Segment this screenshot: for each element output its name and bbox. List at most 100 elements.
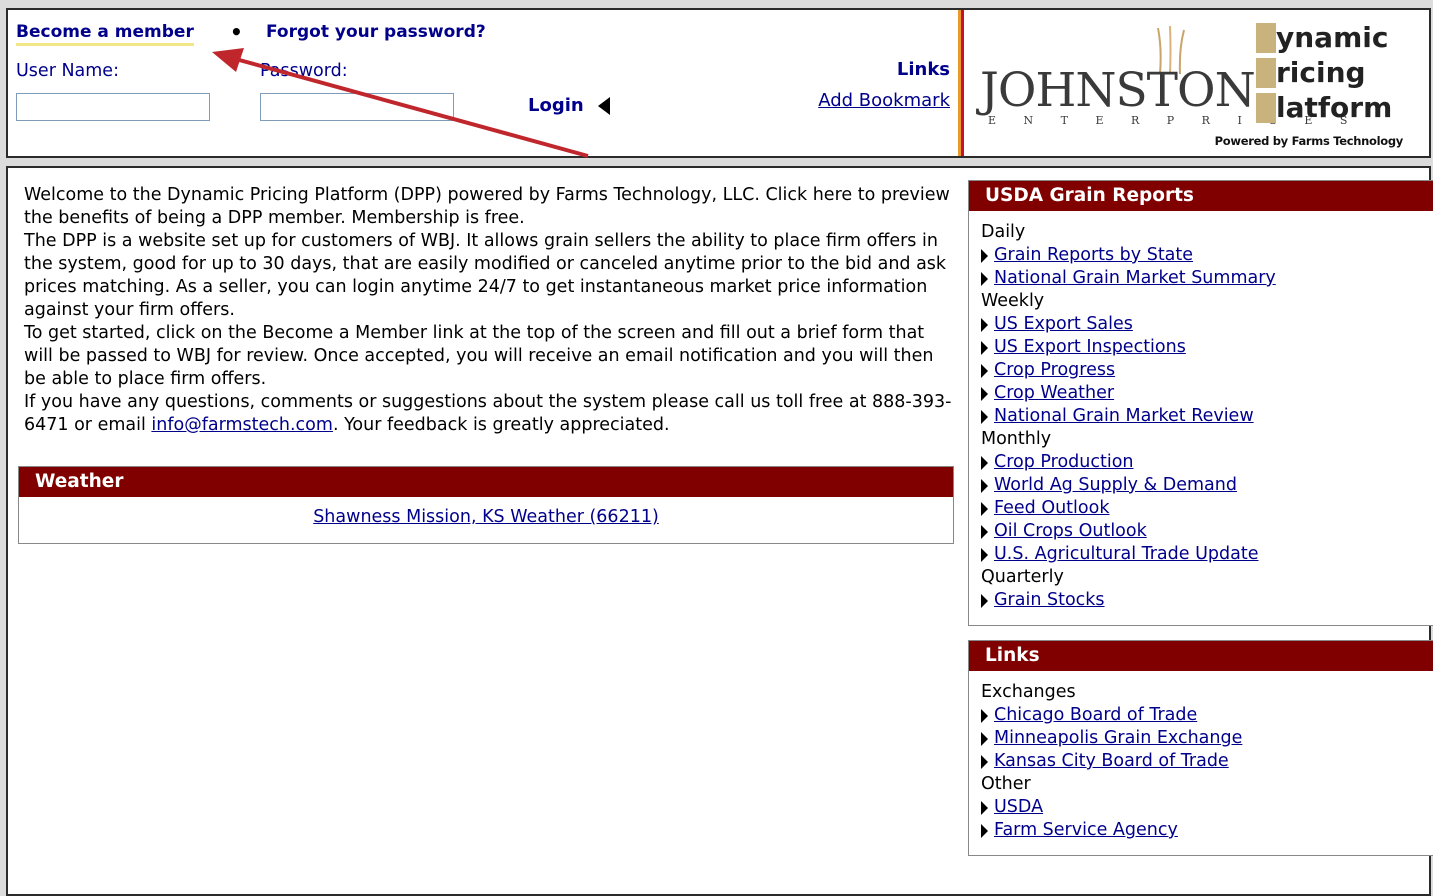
become-member-link[interactable]: Become a member bbox=[16, 21, 194, 46]
usda-report-list: Daily Grain Reports by State National Grai… bbox=[969, 211, 1433, 612]
triangle-right-icon bbox=[981, 731, 988, 746]
dpp-letter-block bbox=[1256, 92, 1276, 123]
external-list-item: Kansas City Board of Trade bbox=[981, 750, 1433, 773]
triangle-right-icon bbox=[981, 317, 988, 332]
welcome-paragraph: To get started, click on the Become a Me… bbox=[24, 323, 934, 389]
external-list-item: Farm Service Agency bbox=[981, 819, 1433, 842]
welcome-text: Welcome to the Dynamic Pricing Platform … bbox=[24, 184, 954, 437]
weather-panel: Weather Shawness Mission, KS Weather (66… bbox=[18, 466, 954, 544]
login-button[interactable]: Login bbox=[528, 95, 610, 116]
external-list-item: USDA bbox=[981, 796, 1433, 819]
usda-report-link[interactable]: Crop Production bbox=[994, 451, 1134, 474]
usda-report-link[interactable]: Feed Outlook bbox=[994, 497, 1109, 520]
usda-report-category-label: Monthly bbox=[981, 429, 1052, 449]
header-bar: Become a member • Forgot your password? … bbox=[6, 8, 1431, 158]
usda-report-link[interactable]: US Export Inspections bbox=[994, 336, 1186, 359]
triangle-right-icon bbox=[981, 708, 988, 723]
dpp-logo-text: ynamic ricing latform bbox=[1256, 20, 1392, 125]
external-link[interactable]: Chicago Board of Trade bbox=[994, 704, 1197, 727]
triangle-right-icon bbox=[981, 455, 988, 470]
usda-panel-title: USDA Grain Reports bbox=[969, 181, 1433, 211]
triangle-right-icon bbox=[981, 754, 988, 769]
login-label: Login bbox=[528, 95, 584, 116]
usda-report-list-item: Crop Weather bbox=[981, 382, 1433, 405]
dpp-line-dynamic: ynamic bbox=[1256, 20, 1392, 55]
usda-report-list-item: Crop Progress bbox=[981, 359, 1433, 382]
external-link[interactable]: USDA bbox=[994, 796, 1043, 819]
powered-by-label: Powered by Farms Technology bbox=[1214, 134, 1404, 148]
usda-report-link[interactable]: National Grain Market Summary bbox=[994, 267, 1276, 290]
triangle-right-icon bbox=[981, 386, 988, 401]
triangle-right-icon bbox=[981, 409, 988, 424]
usda-report-link[interactable]: Crop Weather bbox=[994, 382, 1114, 405]
usda-report-link[interactable]: National Grain Market Review bbox=[994, 405, 1254, 428]
triangle-right-icon bbox=[981, 800, 988, 815]
usda-report-link[interactable]: U.S. Agricultural Trade Update bbox=[994, 543, 1258, 566]
login-area: Become a member • Forgot your password? … bbox=[8, 10, 958, 156]
triangle-right-icon bbox=[981, 501, 988, 516]
dpp-letter-block bbox=[1256, 57, 1276, 88]
welcome-paragraph: Welcome to the Dynamic Pricing Platform … bbox=[24, 185, 950, 228]
triangle-right-icon bbox=[981, 271, 988, 286]
header-links-heading: Links bbox=[896, 59, 950, 80]
triangle-right-icon bbox=[981, 248, 988, 263]
dpp-letter-block bbox=[1256, 22, 1276, 53]
usda-report-list-item: US Export Inspections bbox=[981, 336, 1433, 359]
welcome-paragraph: The DPP is a website set up for customer… bbox=[24, 231, 947, 320]
triangle-right-icon bbox=[981, 593, 988, 608]
external-link[interactable]: Kansas City Board of Trade bbox=[994, 750, 1229, 773]
dpp-line-platform: latform bbox=[1256, 90, 1392, 125]
links-panel: Links Exchanges Chicago Board of Trade Min… bbox=[968, 640, 1433, 856]
usda-report-link[interactable]: World Ag Supply & Demand bbox=[994, 474, 1237, 497]
welcome-paragraph: If you have any questions, comments or s… bbox=[24, 392, 952, 435]
links-panel-title: Links bbox=[969, 641, 1433, 671]
separator-bullet: • bbox=[230, 20, 243, 44]
email-link[interactable]: info@farmstech.com bbox=[151, 415, 333, 435]
weather-panel-title: Weather bbox=[19, 467, 953, 497]
weather-link[interactable]: Shawness Mission, KS Weather (66211) bbox=[19, 507, 953, 527]
password-input[interactable] bbox=[260, 93, 454, 121]
usda-report-list-item: Feed Outlook bbox=[981, 497, 1433, 520]
usda-grain-reports-panel: USDA Grain Reports Daily Grain Reports by… bbox=[968, 180, 1433, 626]
add-bookmark-link[interactable]: Add Bookmark bbox=[818, 90, 950, 111]
external-list-item: Chicago Board of Trade bbox=[981, 704, 1433, 727]
external-category-label: Other bbox=[981, 774, 1031, 794]
company-logo: JOHNSTON E N T E R P R I S E S ynamic ri… bbox=[964, 10, 1429, 156]
forgot-password-link[interactable]: Forgot your password? bbox=[266, 21, 486, 43]
usda-report-list-item: Crop Production bbox=[981, 451, 1433, 474]
usda-report-category-label: Quarterly bbox=[981, 567, 1064, 587]
usda-report-link[interactable]: US Export Sales bbox=[994, 313, 1133, 336]
user-name-input[interactable] bbox=[16, 93, 210, 121]
external-list-item: Minneapolis Grain Exchange bbox=[981, 727, 1433, 750]
user-name-label: User Name: bbox=[16, 61, 119, 81]
triangle-right-icon bbox=[981, 478, 988, 493]
usda-report-list-item: Oil Crops Outlook bbox=[981, 520, 1433, 543]
dpp-line-pricing: ricing bbox=[1256, 55, 1392, 90]
external-category-label: Exchanges bbox=[981, 682, 1076, 702]
triangle-right-icon bbox=[981, 547, 988, 562]
external-link[interactable]: Minneapolis Grain Exchange bbox=[994, 727, 1242, 750]
main-content: Welcome to the Dynamic Pricing Platform … bbox=[6, 166, 1433, 896]
usda-report-list-item: US Export Sales bbox=[981, 313, 1433, 336]
triangle-left-icon bbox=[597, 96, 610, 115]
usda-report-link[interactable]: Oil Crops Outlook bbox=[994, 520, 1147, 543]
usda-report-list-item: U.S. Agricultural Trade Update bbox=[981, 543, 1433, 566]
usda-report-category-label: Daily bbox=[981, 222, 1026, 242]
usda-report-list-item: Grain Stocks bbox=[981, 589, 1433, 612]
usda-report-list-item: World Ag Supply & Demand bbox=[981, 474, 1433, 497]
usda-report-list-item: National Grain Market Review bbox=[981, 405, 1433, 428]
triangle-right-icon bbox=[981, 340, 988, 355]
external-link[interactable]: Farm Service Agency bbox=[994, 819, 1178, 842]
password-label: Password: bbox=[260, 61, 348, 81]
links-list: Exchanges Chicago Board of Trade Minneapol… bbox=[969, 671, 1433, 842]
usda-report-link[interactable]: Grain Stocks bbox=[994, 589, 1105, 612]
triangle-right-icon bbox=[981, 823, 988, 838]
usda-report-list-item: Grain Reports by State bbox=[981, 244, 1433, 267]
usda-report-link[interactable]: Crop Progress bbox=[994, 359, 1115, 382]
triangle-right-icon bbox=[981, 524, 988, 539]
usda-report-link[interactable]: Grain Reports by State bbox=[994, 244, 1193, 267]
usda-report-category-label: Weekly bbox=[981, 291, 1045, 311]
logo-johnston: JOHNSTON bbox=[980, 63, 1256, 118]
triangle-right-icon bbox=[981, 363, 988, 378]
usda-report-list-item: National Grain Market Summary bbox=[981, 267, 1433, 290]
